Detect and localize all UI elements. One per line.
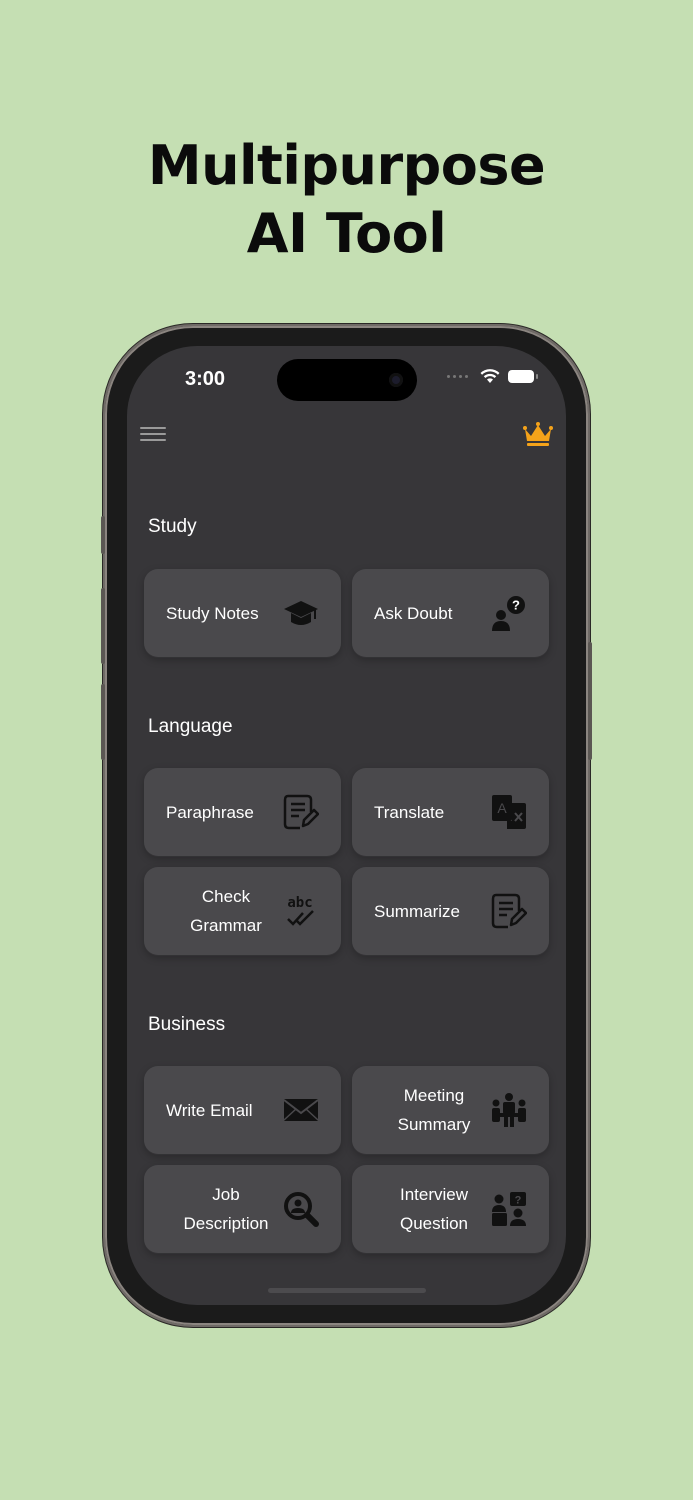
card-label: Check Grammar [166, 867, 286, 955]
card-label: Meeting Summary [374, 1066, 494, 1154]
card-summarize[interactable]: Summarize [352, 867, 549, 955]
translate-icon: A [492, 795, 526, 829]
section-title-study: Study [148, 516, 197, 537]
volume-down-button [101, 684, 105, 760]
card-study-notes[interactable]: Study Notes [144, 569, 341, 657]
card-interview-question[interactable]: Interview Question ? [352, 1165, 549, 1253]
status-time: 3:00 [185, 368, 226, 390]
card-label: Study Notes [166, 603, 259, 623]
meeting-icon [492, 1093, 526, 1127]
card-label-line-1: Interview [399, 1185, 468, 1204]
card-label-line-2: Question [399, 1214, 469, 1233]
svg-text:abc: abc [287, 895, 312, 911]
card-label-line-2: Description [183, 1214, 269, 1233]
headline: Multipurpose AI Tool [0, 132, 693, 268]
spellcheck-icon: abc [287, 895, 314, 926]
silent-switch [101, 516, 105, 554]
interview-icon: ? [492, 1192, 526, 1226]
section-title-business: Business [148, 1014, 226, 1035]
home-indicator[interactable] [268, 1288, 426, 1293]
phone-frame: 3:00 Study Study Notes Ask Doubt ? Langu… [101, 326, 592, 1325]
document-edit-icon [491, 893, 527, 929]
card-ask-doubt[interactable]: Ask Doubt ? [352, 569, 549, 657]
menu-icon[interactable] [140, 427, 166, 441]
card-label: Job Description [166, 1165, 286, 1253]
card-write-email[interactable]: Write Email [144, 1066, 341, 1154]
volume-up-button [101, 588, 105, 664]
card-paraphrase[interactable]: Paraphrase [144, 768, 341, 856]
document-edit-icon [283, 794, 319, 830]
section-title-language: Language [148, 716, 233, 737]
dynamic-island [277, 359, 417, 401]
card-label-line-1: Meeting [403, 1086, 465, 1105]
card-label-line-2: Summary [397, 1115, 471, 1134]
card-label: Interview Question [374, 1165, 494, 1253]
app-screen: 3:00 Study Study Notes Ask Doubt ? Langu… [127, 346, 566, 1305]
crown-icon[interactable] [523, 421, 553, 447]
card-label: Paraphrase [166, 802, 254, 822]
svg-text:?: ? [515, 1195, 522, 1207]
graduation-cap-icon [284, 601, 318, 625]
card-label-line-1: Check [201, 887, 251, 906]
card-label-line-1: Job [212, 1185, 240, 1204]
card-label: Summarize [374, 901, 460, 921]
signal-icon [447, 375, 468, 378]
card-translate[interactable]: Translate A [352, 768, 549, 856]
search-person-icon [284, 1192, 319, 1227]
card-label: Write Email [166, 1100, 253, 1120]
camera-icon [389, 373, 403, 387]
power-button [588, 642, 592, 760]
status-icons [447, 369, 538, 384]
card-meeting-summary[interactable]: Meeting Summary [352, 1066, 549, 1154]
card-job-description[interactable]: Job Description [144, 1165, 341, 1253]
card-label: Translate [374, 802, 445, 822]
card-label: Ask Doubt [374, 603, 453, 623]
envelope-icon [283, 1099, 319, 1121]
svg-text:?: ? [512, 598, 520, 613]
svg-text:A: A [497, 800, 507, 816]
card-check-grammar[interactable]: Check Grammar abc [144, 867, 341, 955]
headline-line-2: AI Tool [246, 202, 447, 265]
wifi-icon [480, 369, 500, 383]
headline-line-1: Multipurpose [147, 134, 546, 197]
user-question-icon: ? [492, 596, 525, 631]
card-label-line-2: Grammar [190, 916, 262, 935]
battery-icon [508, 370, 538, 383]
